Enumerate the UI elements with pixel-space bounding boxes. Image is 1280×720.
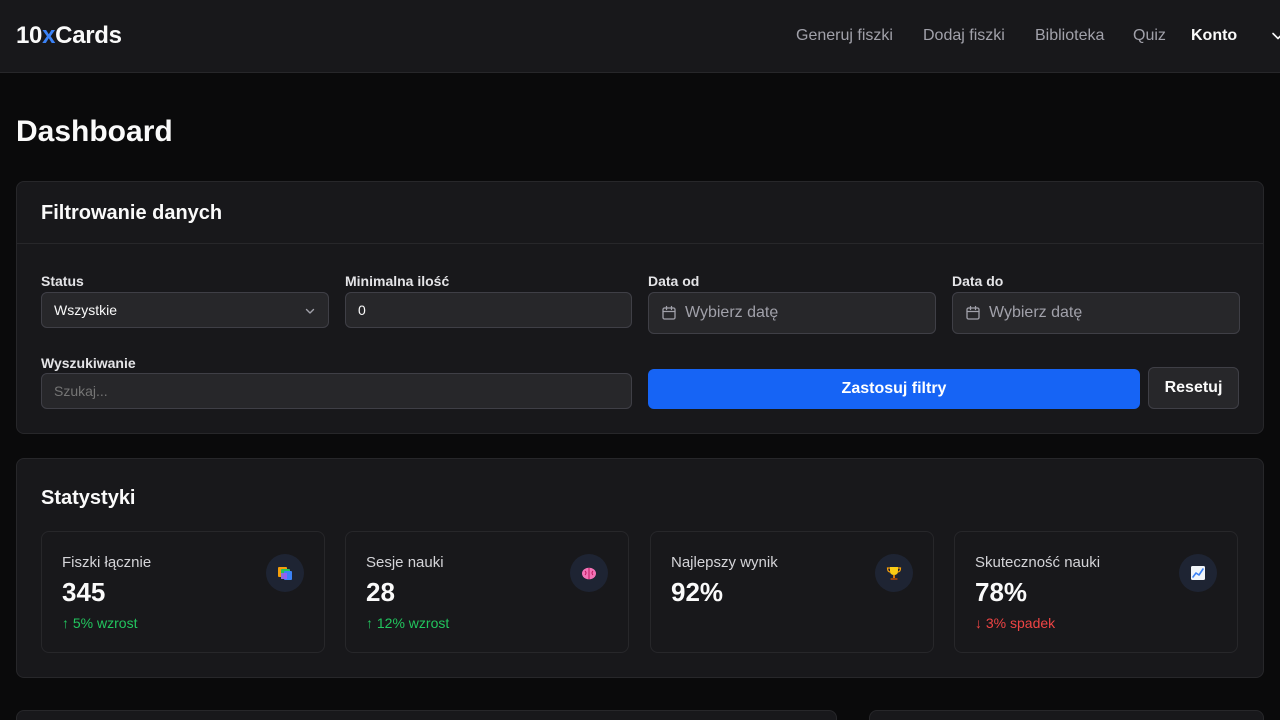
reset-button[interactable]: Resetuj [1148,367,1239,409]
divider [17,243,1263,244]
stat-card-learning-effectiveness: Skuteczność nauki 78% ↓ 3% spadek [954,531,1238,653]
logo-suffix: Cards [55,22,122,49]
stat-trend: ↓ 3% spadek [975,615,1056,631]
search-label: Wyszukiwanie [41,355,136,371]
logo-prefix: 10 [16,22,43,49]
nav-link-add[interactable]: Dodaj fiszki [923,26,1005,46]
date-to-picker[interactable]: Wybierz datę [952,292,1240,334]
filter-card: Filtrowanie danych Status Wszystkie Mini… [16,181,1264,434]
status-select-value: Wszystkie [54,302,117,318]
date-to-placeholder: Wybierz datę [989,304,1083,321]
trophy-icon [875,554,913,592]
min-count-value: 0 [358,302,366,318]
stat-card-study-sessions: Sesje nauki 28 ↑ 12% wzrost [345,531,629,653]
account-menu-label: Konto [1191,27,1238,44]
nav-link-generate[interactable]: Generuj fiszki [796,26,893,46]
bottom-card-left [16,710,837,720]
logo-accent: x [42,22,56,49]
brain-icon [570,554,608,592]
page-title: Dashboard [16,115,173,148]
search-input[interactable] [41,373,632,409]
nav-link-library[interactable]: Biblioteka [1035,26,1104,46]
calendar-icon [662,305,676,320]
stats-card-title: Statystyki [41,487,136,509]
stat-value: 78% [975,577,1028,607]
chart-up-icon [1179,554,1217,592]
stat-trend: ↑ 5% wzrost [62,615,138,631]
stat-label: Sesje nauki [366,554,444,571]
stat-value: 92% [671,577,724,607]
date-from-label: Data od [648,273,700,289]
calendar-icon [966,305,980,320]
stats-card: Statystyki Fiszki łącznie 345 ↑ 5% wzros… [16,458,1264,678]
apply-filters-button[interactable]: Zastosuj filtry [648,369,1140,409]
chevron-down-icon [305,308,315,314]
date-from-placeholder: Wybierz datę [685,304,779,321]
stat-trend: ↑ 12% wzrost [366,615,450,631]
date-to-label: Data do [952,273,1004,289]
status-label: Status [41,273,84,289]
stat-value: 345 [62,577,106,607]
min-count-input[interactable]: 0 [345,292,632,328]
stat-value: 28 [366,577,395,607]
logo[interactable]: 10xCards [16,20,122,52]
bottom-card-right [869,710,1264,720]
stat-card-total-cards: Fiszki łącznie 345 ↑ 5% wzrost [41,531,325,653]
stat-label: Skuteczność nauki [975,554,1101,571]
stat-card-best-score: Najlepszy wynik 92% [650,531,934,653]
stat-label: Fiszki łącznie [62,554,152,571]
account-menu[interactable]: Konto [1191,26,1280,46]
stat-label: Najlepszy wynik [671,554,778,571]
date-from-picker[interactable]: Wybierz datę [648,292,936,334]
navbar: 10xCards Generuj fiszki Dodaj fiszki Bib… [0,0,1280,73]
chevron-down-icon [1272,32,1280,40]
filter-card-title: Filtrowanie danych [41,202,223,224]
min-count-label: Minimalna ilość [345,273,450,289]
cards-icon [266,554,304,592]
status-select[interactable]: Wszystkie [41,292,329,328]
nav-link-quiz[interactable]: Quiz [1133,26,1166,46]
